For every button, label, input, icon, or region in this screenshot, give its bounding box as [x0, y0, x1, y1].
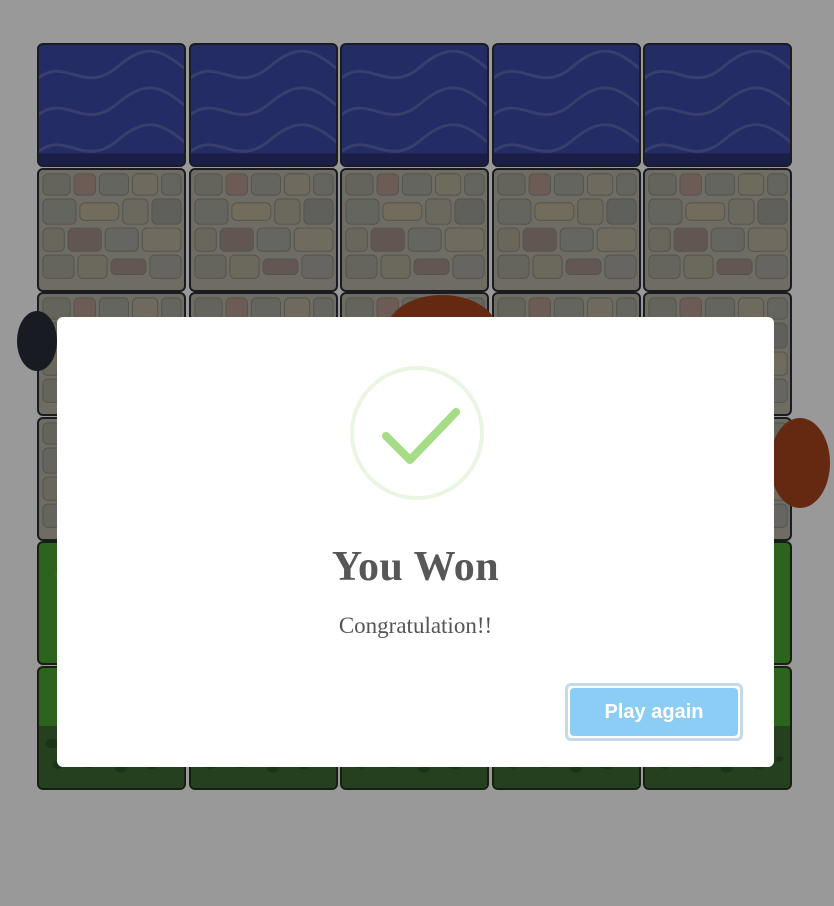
play-again-button[interactable]: Play again — [565, 683, 743, 741]
success-check-icon — [350, 366, 484, 500]
dialog-title: You Won — [331, 544, 500, 590]
dialog-message: Congratulation!! — [338, 613, 493, 638]
win-dialog: You Won Congratulation!! Play again — [57, 317, 774, 767]
game-stage: You Won Congratulation!! Play again — [0, 0, 834, 906]
play-again-button-label[interactable]: Play again — [570, 688, 738, 736]
